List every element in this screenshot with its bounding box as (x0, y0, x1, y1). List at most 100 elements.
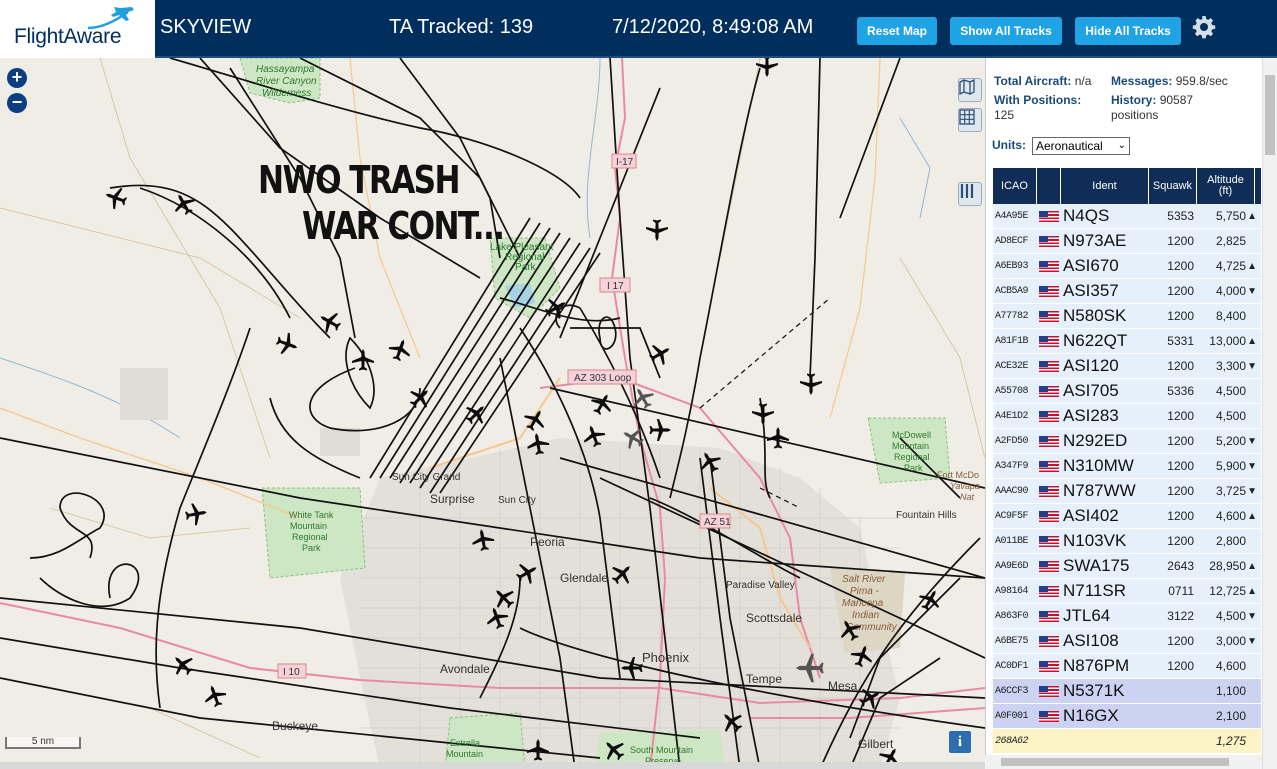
with-positions-value: 125 (994, 108, 1015, 122)
us-flag-icon (1039, 560, 1059, 572)
map-layers-icon[interactable] (958, 78, 982, 102)
svg-text:Yavapa: Yavapa (950, 481, 980, 491)
table-hscrollbar[interactable] (985, 755, 1262, 769)
row-icao: A77782 (995, 310, 1029, 322)
flightaware-logo[interactable]: FlightAware (0, 0, 155, 58)
row-squawk: 1200 (1167, 259, 1194, 273)
table-row[interactable]: A77782 N580SK 1200 8,400 (993, 304, 1261, 329)
row-ident: ASI670 (1063, 256, 1119, 275)
header-squawk[interactable]: Squawk (1149, 168, 1197, 204)
row-ident: N310MW (1063, 456, 1134, 475)
table-row[interactable]: A55708 ASI705 5336 4,500 (993, 379, 1261, 404)
units-select[interactable]: Aeronautical ⌄ (1032, 137, 1130, 155)
zoom-in-icon[interactable]: + (7, 68, 27, 88)
row-squawk: 1200 (1167, 484, 1194, 498)
reset-map-button[interactable]: Reset Map (857, 17, 937, 45)
table-body: A4A95E N4QS 5353 5,750 ▲ AD8ECF N973AE 1200 2,82… (993, 204, 1261, 754)
hscrollbar-thumb[interactable] (1001, 758, 1229, 766)
table-row[interactable]: A6CCF3 N5371K 1,100 (993, 679, 1261, 704)
header-ident[interactable]: Ident (1061, 168, 1149, 204)
row-altitude: 4,500 ▼ (1197, 604, 1259, 628)
info-icon[interactable]: i (949, 731, 971, 753)
svg-text:Mountain: Mountain (290, 521, 327, 531)
label-mcdowell: McDowell (892, 430, 931, 440)
table-row[interactable]: AA9E6D SWA175 2643 28,950 ▲ (993, 554, 1261, 579)
svg-text:Regional: Regional (292, 532, 328, 542)
header-altitude[interactable]: Altitude (ft) (1197, 168, 1255, 204)
scrollbar-thumb[interactable] (1265, 75, 1275, 155)
sidebar-scrollbar[interactable] (1262, 58, 1277, 769)
table-row[interactable]: ACE32E ASI120 1200 3,300 ▼ (993, 354, 1261, 379)
altitude-trend-icon: ▲ (1247, 210, 1257, 222)
row-ident: N711SR (1063, 581, 1126, 600)
row-altitude: 4,600 ▲ (1197, 504, 1259, 528)
column-toggle-icon[interactable] (958, 182, 982, 206)
label-south-mountain: South Mountain (630, 745, 693, 755)
zoom-out-icon[interactable]: − (7, 93, 27, 113)
label-estrella: Estrella (450, 738, 480, 748)
us-flag-icon (1039, 660, 1059, 672)
label-az303: AZ 303 Loop (574, 373, 632, 384)
table-row[interactable]: A81F1B N622QT 5331 13,000 ▲ (993, 329, 1261, 354)
label-salt-river: Salt River (842, 574, 886, 585)
altitude-trend-icon: ▼ (1247, 460, 1257, 472)
row-ident: N787WW (1063, 481, 1136, 500)
hide-all-tracks-button[interactable]: Hide All Tracks (1075, 17, 1181, 45)
label-buckeye: Buckeye (272, 719, 318, 733)
table-row[interactable]: AAAC90 N787WW 1200 3,725 ▼ (993, 479, 1261, 504)
gear-icon[interactable] (1192, 15, 1216, 39)
altitude-trend-icon: ▲ (1247, 510, 1257, 522)
table-row[interactable]: AC9F5F ASI402 1200 4,600 ▲ (993, 504, 1261, 529)
row-squawk: 5336 (1167, 384, 1194, 398)
table-row[interactable]: A347F9 N310MW 1200 5,900 ▼ (993, 454, 1261, 479)
row-flag (1037, 504, 1061, 528)
label-glendale: Glendale (560, 571, 608, 585)
grid-icon[interactable] (958, 108, 982, 132)
label-mesa: Mesa (828, 679, 858, 693)
table-row[interactable]: A0F001 N16GX 2,100 (993, 704, 1261, 729)
header-bar: FlightAware SKYVIEW TA Tracked: 139 7/12… (0, 0, 1277, 58)
map-canvas[interactable]: Hassayampa River Canyon Wilderness Lake … (0, 58, 985, 769)
altitude-trend-icon: ▼ (1247, 360, 1257, 372)
row-squawk: 5353 (1167, 209, 1194, 223)
altitude-value: 3,725 (1215, 484, 1246, 498)
table-row[interactable]: AD8ECF N973AE 1200 2,825 (993, 229, 1261, 254)
row-squawk: 1200 (1167, 434, 1194, 448)
row-icao: AC0DF1 (995, 660, 1029, 672)
table-row[interactable]: A863F0 JTL64 3122 4,500 ▼ (993, 604, 1261, 629)
row-ident: ASI108 (1063, 631, 1119, 650)
table-row[interactable]: 268A62 1,275 (993, 729, 1261, 754)
row-icao: A6CCF3 (995, 685, 1029, 697)
table-row[interactable]: A4E1D2 ASI283 1200 4,500 (993, 404, 1261, 429)
row-flag (1037, 454, 1061, 478)
row-ident: JTL64 (1063, 606, 1111, 625)
table-row[interactable]: ACB5A9 ASI357 1200 4,000 ▼ (993, 279, 1261, 304)
row-flag (1037, 404, 1061, 428)
header-flag[interactable] (1037, 168, 1061, 204)
label-phoenix: Phoenix (642, 650, 689, 665)
row-altitude: 5,750 ▲ (1197, 204, 1259, 228)
table-row[interactable]: A6EB93 ASI670 1200 4,725 ▲ (993, 254, 1261, 279)
table-row[interactable]: AC0DF1 N876PM 1200 4,600 (993, 654, 1261, 679)
skyview-app: FlightAware SKYVIEW TA Tracked: 139 7/12… (0, 0, 1277, 769)
table-row[interactable]: A98164 N711SR 0711 12,725 ▲ (993, 579, 1261, 604)
row-icao: AC9F5F (995, 510, 1029, 522)
row-icao: A55708 (995, 385, 1029, 397)
row-squawk (1149, 679, 1197, 703)
table-row[interactable]: A2FD50 N292ED 1200 5,200 ▼ (993, 429, 1261, 454)
svg-text:Park: Park (302, 543, 321, 553)
label-surprise: Surprise (430, 492, 475, 506)
row-flag (1037, 729, 1061, 753)
table-row[interactable]: A011BE N103VK 1200 2,800 (993, 529, 1261, 554)
row-flag (1037, 529, 1061, 553)
overlay-text-line2: WAR CONT... (302, 204, 505, 248)
row-icao: A863F0 (995, 610, 1029, 622)
show-all-tracks-button[interactable]: Show All Tracks (950, 17, 1062, 45)
table-row[interactable]: A6BE75 ASI108 1200 3,000 ▼ (993, 629, 1261, 654)
header-icao[interactable]: ICAO (993, 168, 1037, 204)
label-tempe: Tempe (746, 672, 782, 686)
altitude-trend-icon: ▲ (1247, 560, 1257, 572)
map-view[interactable]: Hassayampa River Canyon Wilderness Lake … (0, 58, 985, 769)
table-row[interactable]: A4A95E N4QS 5353 5,750 ▲ (993, 204, 1261, 229)
row-squawk (1149, 704, 1197, 728)
